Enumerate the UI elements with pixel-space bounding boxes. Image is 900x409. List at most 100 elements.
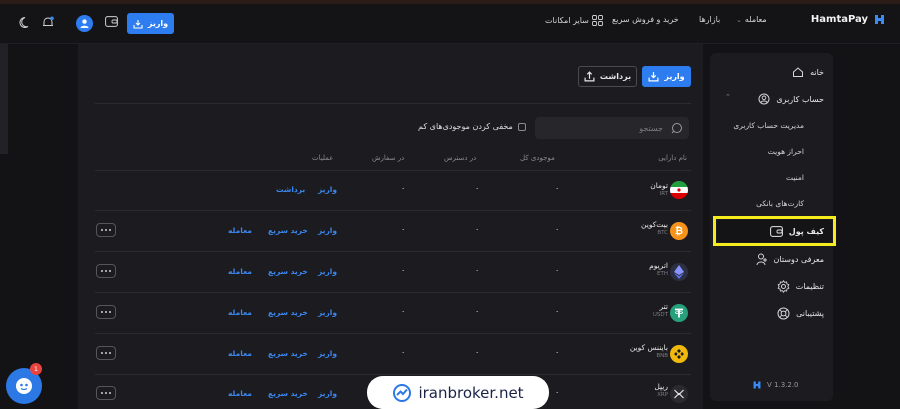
left-scroll-edge bbox=[0, 44, 8, 154]
withdraw-button[interactable]: برداشت bbox=[578, 66, 637, 87]
asset-symbol: BNB bbox=[656, 353, 668, 359]
chevron-up-icon[interactable]: ⌃ bbox=[725, 93, 731, 101]
col-actions: عملیات bbox=[312, 154, 334, 162]
total-balance: ۰ bbox=[555, 307, 560, 316]
version-text: V 1.3.2.0 bbox=[767, 381, 799, 389]
row-divider bbox=[95, 292, 691, 293]
sidebar-item-account-management[interactable]: مدیریت حساب کاربری bbox=[733, 121, 804, 130]
trade-link[interactable]: معامله bbox=[228, 349, 252, 358]
in-order-balance: ۰ bbox=[401, 307, 406, 316]
upload-icon bbox=[584, 71, 595, 82]
deposit-link[interactable]: واریز bbox=[318, 185, 337, 194]
nav-markets[interactable]: بازارها bbox=[699, 15, 720, 24]
quick-buy-link[interactable]: خرید سریع bbox=[268, 267, 308, 276]
sidebar-item-referral[interactable]: معرفی دوستان bbox=[756, 253, 824, 266]
col-available: در دسترس bbox=[444, 154, 477, 162]
sidebar-item-label: حساب کاربری bbox=[776, 94, 824, 104]
chevron-down-icon: ⌄ bbox=[736, 15, 742, 24]
trade-link[interactable]: معامله bbox=[228, 308, 252, 317]
sidebar-item-label: تنظیمات bbox=[795, 282, 824, 291]
asset-name: اتریوم bbox=[649, 261, 668, 270]
asset-symbol: BTC bbox=[657, 230, 668, 236]
deposit-label: واریز bbox=[664, 72, 685, 81]
asset-name: بایننس کوین bbox=[629, 343, 668, 352]
deposit-button[interactable]: واریز bbox=[642, 66, 691, 87]
available-balance: ۰ bbox=[475, 184, 480, 193]
total-balance: ۰ bbox=[555, 388, 560, 397]
quick-buy-link[interactable]: خرید سریع bbox=[268, 349, 308, 358]
deposit-link[interactable]: واریز bbox=[318, 349, 337, 358]
trade-link[interactable]: معامله bbox=[228, 389, 252, 398]
asset-name: بیت‌کوین bbox=[641, 220, 668, 229]
row-divider bbox=[95, 333, 691, 334]
row-divider bbox=[95, 251, 691, 252]
version-info: V 1.3.2.0 bbox=[752, 380, 799, 390]
more-options-button[interactable] bbox=[96, 305, 116, 319]
ethereum-icon bbox=[670, 263, 688, 281]
brand-logo[interactable]: HamtaPay bbox=[811, 13, 886, 26]
nav-quick-buy[interactable]: خرید و فروش سریع bbox=[612, 15, 679, 24]
divider bbox=[95, 103, 691, 104]
more-options-button[interactable] bbox=[96, 346, 116, 360]
sidebar-item-home[interactable]: خانه bbox=[792, 66, 824, 78]
withdraw-label: برداشت bbox=[599, 72, 632, 81]
gear-icon bbox=[777, 280, 790, 293]
sidebar-item-security[interactable]: امنیت bbox=[786, 173, 804, 182]
notification-badge: 1 bbox=[30, 363, 42, 375]
trade-link[interactable]: معامله bbox=[228, 226, 252, 235]
in-order-balance: ۰ bbox=[401, 184, 406, 193]
tether-icon bbox=[670, 304, 688, 322]
search-box[interactable] bbox=[535, 117, 689, 139]
asset-label: اتریوم ETH bbox=[649, 261, 668, 277]
hide-small-balances[interactable]: مخفی کردن موجودی‌های کم bbox=[418, 122, 526, 131]
chat-bot-icon bbox=[16, 378, 32, 394]
wallet-shortcut-icon[interactable] bbox=[103, 13, 119, 29]
nav-quick-buy-label: خرید و فروش سریع bbox=[612, 15, 679, 24]
quick-buy-link[interactable]: خرید سریع bbox=[268, 226, 308, 235]
asset-symbol: USDT bbox=[652, 312, 668, 318]
iran-flag-icon bbox=[670, 181, 688, 199]
brand-name: HamtaPay bbox=[810, 14, 868, 25]
available-balance: ۰ bbox=[475, 348, 480, 357]
download-icon bbox=[133, 19, 143, 29]
sidebar-item-settings[interactable]: تنظیمات bbox=[777, 280, 824, 293]
quick-buy-link[interactable]: خرید سریع bbox=[268, 389, 308, 398]
quick-buy-link[interactable]: خرید سریع bbox=[268, 308, 308, 317]
asset-label: بیت‌کوین BTC bbox=[641, 220, 668, 236]
hide-small-balances-checkbox[interactable] bbox=[517, 122, 526, 131]
highlight-box bbox=[713, 216, 836, 246]
user-icon bbox=[758, 93, 770, 105]
deposit-link[interactable]: واریز bbox=[318, 389, 337, 398]
asset-label: ریپل XRP bbox=[654, 382, 668, 398]
sidebar-item-bank-cards[interactable]: کارت‌های بانکی bbox=[756, 199, 804, 208]
withdraw-link[interactable]: برداشت bbox=[276, 185, 305, 194]
deposit-link[interactable]: واریز bbox=[318, 226, 337, 235]
sidebar-item-support[interactable]: پشتیبانی bbox=[777, 307, 824, 320]
ripple-icon bbox=[670, 385, 688, 403]
avatar[interactable] bbox=[76, 15, 93, 32]
watermark-text: iranbroker.net bbox=[418, 383, 524, 402]
sidebar-item-account[interactable]: حساب کاربری bbox=[758, 93, 824, 105]
total-balance: ۰ bbox=[555, 348, 560, 357]
more-options-button[interactable] bbox=[96, 223, 116, 237]
wallet-panel bbox=[78, 44, 703, 409]
bell-icon[interactable] bbox=[40, 14, 56, 30]
nav-trade[interactable]: ⌄ معامله bbox=[736, 15, 767, 24]
brand-mark-icon bbox=[875, 15, 884, 24]
user-avatar-icon bbox=[80, 19, 89, 28]
trade-link[interactable]: معامله bbox=[228, 267, 252, 276]
more-options-button[interactable] bbox=[96, 386, 116, 400]
more-options-button[interactable] bbox=[96, 264, 116, 278]
sidebar-item-label: پشتیبانی bbox=[796, 309, 824, 318]
trend-logo-icon bbox=[393, 383, 412, 402]
search-input[interactable] bbox=[543, 120, 663, 136]
header-deposit-label: واریز bbox=[147, 19, 169, 28]
asset-label: بایننس کوین BNB bbox=[630, 343, 668, 359]
col-total-balance: موجودی کل bbox=[520, 154, 555, 162]
nav-more-features[interactable]: سایر امکانات bbox=[545, 15, 603, 26]
header-deposit-button[interactable]: واریز bbox=[127, 13, 174, 34]
sidebar-item-kyc[interactable]: احراز هویت bbox=[768, 147, 804, 156]
deposit-link[interactable]: واریز bbox=[318, 267, 337, 276]
moon-icon[interactable] bbox=[17, 14, 33, 30]
deposit-link[interactable]: واریز bbox=[318, 308, 337, 317]
